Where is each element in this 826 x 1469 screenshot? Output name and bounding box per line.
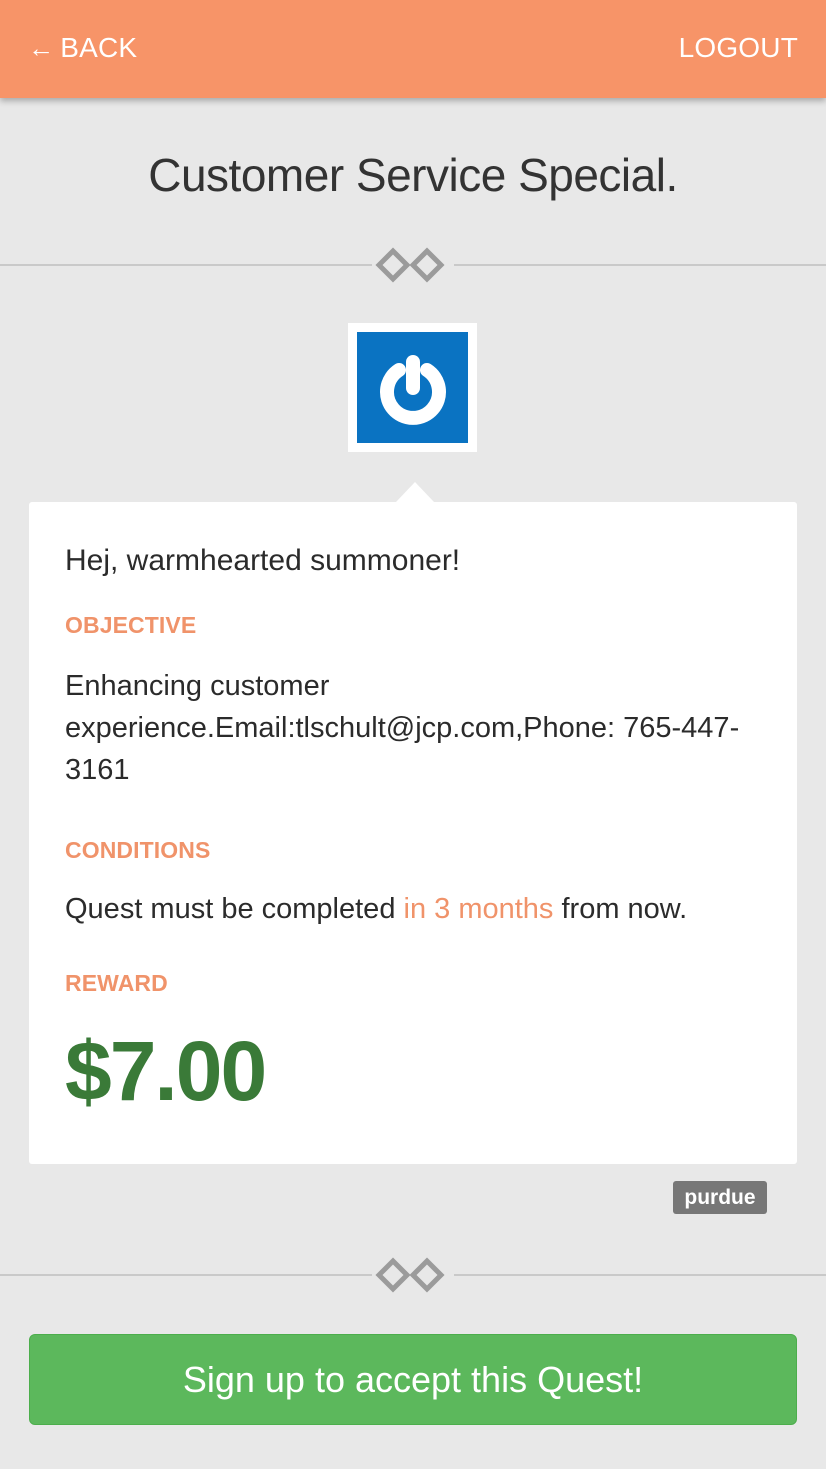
arrow-left-icon: ← xyxy=(28,32,55,63)
back-label: BACK xyxy=(60,32,138,63)
reward-label: REWARD xyxy=(65,970,168,996)
conditions-suffix: from now. xyxy=(553,893,688,925)
conditions-label: CONDITIONS xyxy=(65,837,211,863)
divider-line-right xyxy=(454,1274,826,1276)
accept-quest-button[interactable]: Sign up to accept this Quest! xyxy=(29,1334,797,1425)
divider-line-left xyxy=(0,264,372,266)
conditions-deadline: in 3 months xyxy=(403,893,554,925)
objective-label: OBJECTIVE xyxy=(65,612,197,638)
diamond-ornament-icon xyxy=(375,247,445,283)
greeting-text: Hej, warmhearted summoner! xyxy=(65,544,461,577)
page-title: Customer Service Special. xyxy=(148,149,678,201)
diamond-ornament-icon xyxy=(375,1257,445,1293)
power-icon xyxy=(379,354,446,425)
conditions-text: Quest must be completed in 3 months from… xyxy=(65,888,761,930)
top-nav-bar: ← BACK LOGOUT xyxy=(0,0,826,98)
ornament-divider-bottom xyxy=(0,1255,826,1295)
ornament-divider-top xyxy=(0,245,826,285)
logout-button[interactable]: LOGOUT xyxy=(679,30,798,66)
divider-line-right xyxy=(454,264,826,266)
divider-line-left xyxy=(0,1274,372,1276)
reward-amount: $7.00 xyxy=(65,1024,267,1118)
quest-logo xyxy=(348,323,477,452)
conditions-prefix: Quest must be completed xyxy=(65,893,404,925)
objective-text: Enhancing customer experience.Email:tlsc… xyxy=(65,670,740,786)
quest-card: Hej, warmhearted summoner! OBJECTIVE Enh… xyxy=(29,502,797,1164)
back-button[interactable]: ← BACK xyxy=(28,30,137,66)
card-pointer xyxy=(396,482,434,502)
organization-tag[interactable]: purdue xyxy=(673,1181,767,1214)
logo-background xyxy=(357,332,468,443)
